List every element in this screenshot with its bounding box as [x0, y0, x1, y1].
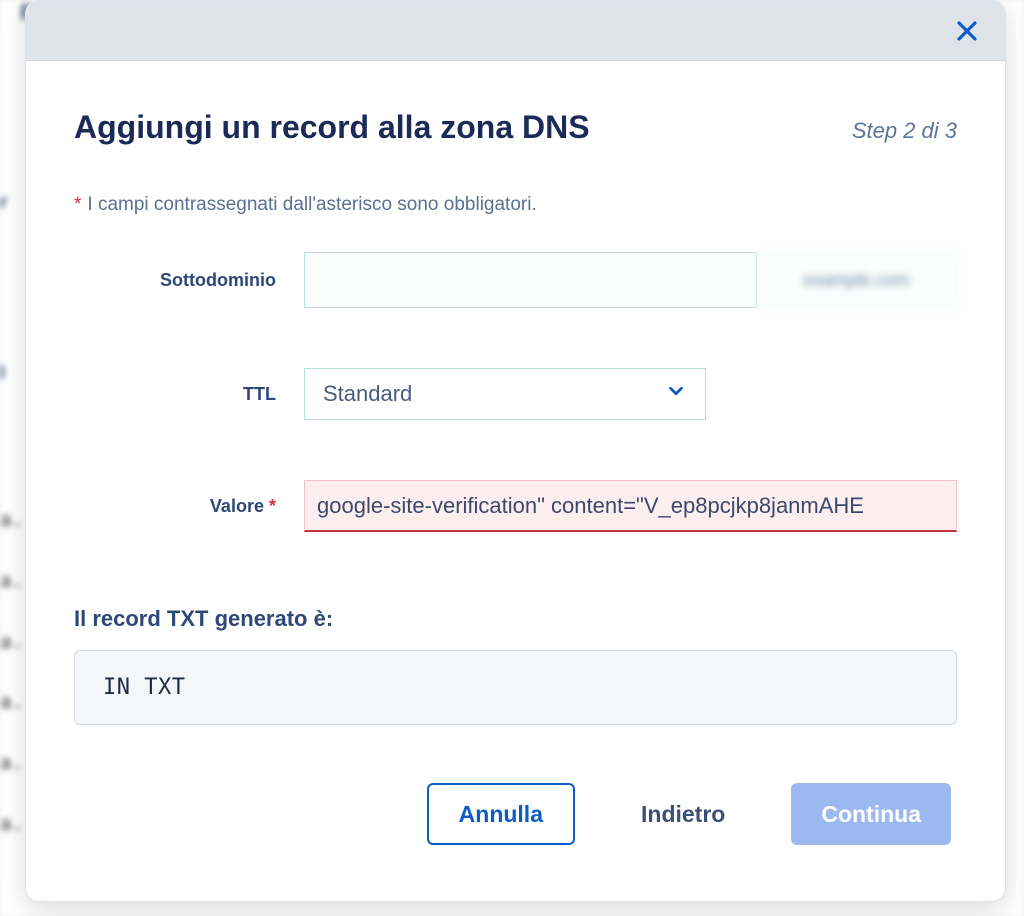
- back-button[interactable]: Indietro: [611, 783, 755, 845]
- ttl-label: TTL: [74, 384, 304, 405]
- close-icon: [955, 19, 979, 43]
- step-indicator: Step 2 di 3: [852, 118, 957, 144]
- ttl-selected-value: Standard: [323, 381, 412, 407]
- modal-footer: Annulla Indietro Continua: [74, 783, 957, 845]
- modal-overlay: Aggiungi un record alla zona DNS Step 2 …: [0, 0, 1024, 916]
- close-button[interactable]: [951, 15, 983, 47]
- generated-record-title: Il record TXT generato è:: [74, 606, 957, 632]
- ttl-select[interactable]: Standard: [304, 368, 706, 420]
- modal-title: Aggiungi un record alla zona DNS: [74, 109, 590, 146]
- chevron-down-icon: [665, 380, 687, 408]
- value-label: Valore *: [74, 496, 304, 517]
- subdomain-input[interactable]: [304, 252, 757, 308]
- dns-record-modal: Aggiungi un record alla zona DNS Step 2 …: [25, 0, 1006, 902]
- continue-button[interactable]: Continua: [791, 783, 951, 845]
- subdomain-label: Sottodominio: [74, 270, 304, 291]
- modal-topbar: [26, 1, 1005, 61]
- domain-suffix: example.com: [757, 252, 957, 308]
- generated-record-box: IN TXT: [74, 650, 957, 725]
- required-fields-note: *I campi contrassegnati dall'asterisco s…: [74, 194, 957, 216]
- value-input[interactable]: [304, 480, 957, 532]
- cancel-button[interactable]: Annulla: [427, 783, 575, 845]
